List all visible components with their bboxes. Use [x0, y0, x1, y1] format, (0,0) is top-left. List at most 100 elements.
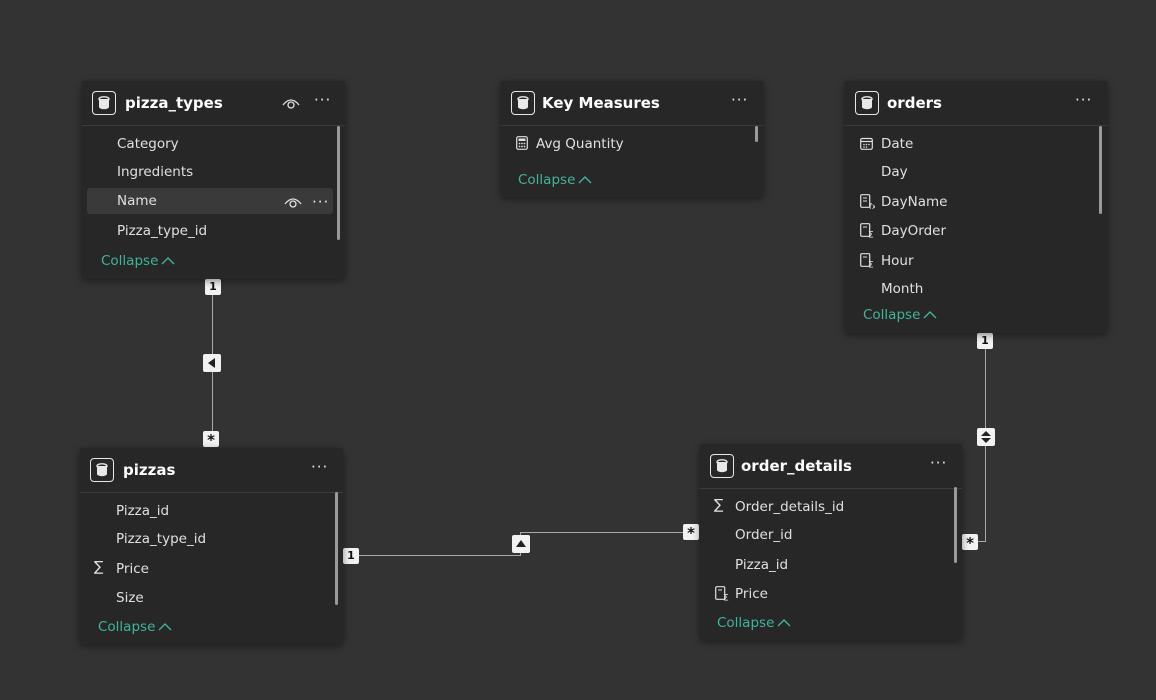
calculated-column-icon: Σ — [860, 223, 874, 239]
collapse-label: Collapse — [863, 307, 921, 323]
card-header[interactable]: Key Measures ··· — [501, 81, 763, 126]
chevron-up-icon — [777, 619, 791, 627]
field-label: Size — [116, 590, 144, 606]
collapse-button[interactable]: Collapse — [98, 619, 172, 635]
field-label: Pizza_type_id — [117, 223, 208, 239]
table-card-pizza-types[interactable]: pizza_types ··· Category Ingredients Nam… — [82, 81, 345, 279]
field-label: Name — [117, 193, 157, 209]
field-row[interactable]: Size — [80, 585, 329, 611]
field-row[interactable]: Pizza_type_id — [82, 218, 331, 244]
visibility-eye-icon[interactable] — [284, 196, 302, 208]
field-row[interactable]: Σ DayOrder — [845, 218, 1093, 244]
field-row[interactable]: Month — [845, 276, 1093, 302]
field-row[interactable]: Pizza_id — [700, 552, 948, 578]
field-label: Avg Quantity — [536, 136, 624, 152]
more-options-icon[interactable]: ··· — [930, 456, 947, 471]
field-row[interactable]: ∑ Price — [80, 556, 329, 582]
field-label: Pizza_id — [116, 503, 170, 519]
cross-filter-arrow-icon — [512, 535, 530, 553]
more-options-icon[interactable]: ··· — [314, 93, 331, 108]
table-title: order_details — [741, 457, 852, 475]
table-icon — [710, 454, 734, 478]
table-icon — [92, 91, 116, 115]
field-row[interactable]: Order_id — [700, 522, 948, 548]
card-header[interactable]: orders ··· — [845, 81, 1107, 126]
chevron-up-icon — [923, 311, 937, 319]
field-row[interactable]: Avg Quantity — [501, 131, 749, 157]
field-row[interactable]: Ingredients — [82, 159, 331, 185]
scrollbar[interactable] — [755, 126, 758, 142]
svg-text:Σ: Σ — [723, 594, 729, 602]
more-options-icon[interactable]: ··· — [1075, 93, 1092, 108]
calculated-column-icon: Σ — [860, 253, 874, 268]
collapse-button[interactable]: Collapse — [863, 307, 937, 323]
scrollbar[interactable] — [954, 487, 957, 563]
field-row[interactable]: ∑ Order_details_id — [700, 494, 948, 520]
model-canvas[interactable]: 1 * 1 * 1 * pizza_types ··· Category Ing… — [0, 0, 1156, 700]
field-label: Ingredients — [117, 164, 194, 180]
collapse-button[interactable]: Collapse — [101, 253, 175, 269]
table-title: Key Measures — [542, 94, 660, 112]
collapse-label: Collapse — [717, 615, 775, 631]
field-row[interactable]: fx DayName — [845, 189, 1093, 215]
table-card-key-measures[interactable]: Key Measures ··· Avg Quantity Collapse — [501, 81, 763, 197]
sum-icon: ∑ — [714, 497, 724, 513]
collapse-button[interactable]: Collapse — [717, 615, 791, 631]
field-label: Date — [881, 136, 914, 152]
more-options-icon[interactable]: ··· — [311, 460, 328, 475]
field-row[interactable]: Pizza_id — [80, 498, 329, 524]
table-card-order-details[interactable]: order_details ··· ∑ Order_details_id Ord… — [700, 444, 962, 640]
field-label: Pizza_type_id — [116, 531, 207, 547]
field-row[interactable]: Σ Hour — [845, 248, 1093, 274]
table-title: pizza_types — [125, 94, 223, 112]
field-label: Pizza_id — [735, 557, 789, 573]
svg-text:fx: fx — [869, 202, 875, 209]
collapse-button[interactable]: Collapse — [518, 172, 592, 188]
field-label: Hour — [881, 253, 914, 269]
relationship-line-pizzas-orderdetails[interactable] — [358, 555, 521, 556]
collapse-label: Collapse — [518, 172, 576, 188]
relationship-one-badge: 1 — [205, 279, 221, 295]
field-row[interactable]: Date — [845, 131, 1093, 157]
scrollbar[interactable] — [337, 126, 340, 240]
card-header[interactable]: order_details ··· — [700, 444, 962, 489]
table-title: orders — [887, 94, 942, 112]
more-options-icon[interactable]: ··· — [312, 195, 329, 210]
field-row[interactable]: Σ Price — [700, 581, 948, 607]
field-label: Price — [116, 561, 149, 577]
table-icon — [855, 91, 879, 115]
more-options-icon[interactable]: ··· — [731, 93, 748, 108]
field-label: Price — [735, 586, 768, 602]
table-card-orders[interactable]: orders ··· Date Day fx DayName Σ DayOrde… — [845, 81, 1107, 333]
calendar-icon — [860, 137, 873, 150]
chevron-up-icon — [158, 623, 172, 631]
bidirectional-filter-icon — [977, 428, 995, 446]
relationship-many-badge: * — [203, 431, 219, 449]
field-label: Category — [117, 136, 179, 152]
cross-filter-arrow-icon — [203, 354, 221, 372]
field-row-hovered[interactable]: Name ··· — [87, 188, 333, 214]
sum-icon: ∑ — [94, 559, 104, 575]
calculated-column-icon: fx — [860, 194, 875, 209]
field-row[interactable]: Category — [82, 131, 331, 157]
scrollbar[interactable] — [335, 492, 338, 605]
card-header[interactable]: pizzas ··· — [80, 448, 343, 493]
table-card-pizzas[interactable]: pizzas ··· Pizza_id Pizza_type_id ∑ Pric… — [80, 448, 343, 644]
relationship-one-badge: 1 — [977, 333, 993, 349]
relationship-one-badge: 1 — [343, 548, 359, 564]
collapse-label: Collapse — [98, 619, 156, 635]
visibility-eye-icon[interactable] — [282, 97, 300, 109]
calculator-icon — [516, 136, 528, 150]
card-header[interactable]: pizza_types ··· — [82, 81, 345, 126]
calculated-column-icon: Σ — [715, 586, 729, 602]
chevron-up-icon — [161, 257, 175, 265]
field-row[interactable]: Day — [845, 159, 1093, 185]
field-label: Order_id — [735, 527, 793, 543]
field-label: Month — [881, 281, 924, 297]
collapse-label: Collapse — [101, 253, 159, 269]
relationship-line-segment — [520, 532, 684, 533]
relationship-many-badge: * — [683, 524, 699, 542]
scrollbar[interactable] — [1099, 126, 1102, 214]
svg-text:Σ: Σ — [868, 231, 874, 239]
field-row[interactable]: Pizza_type_id — [80, 526, 329, 552]
